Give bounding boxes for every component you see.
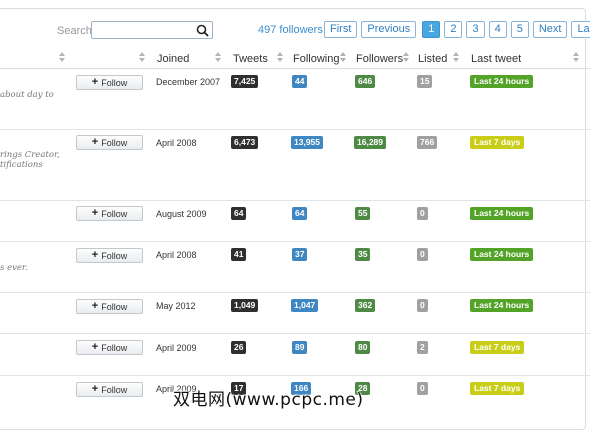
listed-badge: 15 xyxy=(417,75,433,88)
followers-badge: 16,289 xyxy=(354,136,386,149)
column-tweets[interactable]: Tweets xyxy=(233,53,268,65)
follow-button[interactable]: + Follow xyxy=(76,340,143,355)
page-3-button[interactable]: 3 xyxy=(466,21,485,38)
table-row: about day to + Follow December 2007 7,425… xyxy=(0,68,590,130)
joined-date: April 2008 xyxy=(156,138,197,148)
sort-icon[interactable] xyxy=(453,52,460,63)
following-badge: 1,047 xyxy=(291,299,319,312)
following-badge: 13,955 xyxy=(291,136,323,149)
page-previous-button[interactable]: Previous xyxy=(361,21,417,38)
sort-icon[interactable] xyxy=(403,52,410,63)
search-input[interactable] xyxy=(91,21,213,39)
sort-icon[interactable] xyxy=(139,52,146,63)
tweets-badge: 6,473 xyxy=(231,136,259,149)
table-header: Joined Tweets Following Followers Listed… xyxy=(0,48,590,69)
page-next-button[interactable]: Next xyxy=(532,21,568,38)
follow-button[interactable]: + Follow xyxy=(76,248,143,263)
tweets-badge: 41 xyxy=(231,248,247,261)
page-1-button[interactable]: 1 xyxy=(422,21,441,38)
followers-badge: 55 xyxy=(355,207,371,220)
table-row: + Follow August 2009 64 64 55 0 Last 24 h… xyxy=(0,201,590,242)
plus-icon: + xyxy=(91,76,99,88)
follow-button[interactable]: + Follow xyxy=(76,135,143,150)
tweets-badge: 26 xyxy=(231,341,247,354)
table-toolbar: Search 497 followers First Previous 1 2 … xyxy=(0,0,590,44)
listed-badge: 0 xyxy=(417,299,428,312)
sort-icon[interactable] xyxy=(573,52,580,63)
column-listed[interactable]: Listed xyxy=(418,53,447,65)
tweets-badge: 64 xyxy=(231,207,247,220)
followers-badge: 362 xyxy=(355,299,376,312)
plus-icon: + xyxy=(91,249,99,261)
page-4-button[interactable]: 4 xyxy=(488,21,507,38)
table-row: + Follow April 2009 26 89 80 2 Last 7 day… xyxy=(0,334,590,376)
follow-button[interactable]: + Follow xyxy=(76,75,143,90)
joined-date: August 2009 xyxy=(156,209,207,219)
tweets-badge: 1,049 xyxy=(231,299,259,312)
listed-badge: 0 xyxy=(417,207,428,220)
pagination: First Previous 1 2 3 4 5 Next Last xyxy=(324,21,590,38)
table-row: + Follow May 2012 1,049 1,047 362 0 Last … xyxy=(0,293,590,334)
sort-icon[interactable] xyxy=(340,52,347,63)
table-row: s ever. + Follow April 2008 41 37 35 0 La… xyxy=(0,242,590,293)
column-followers[interactable]: Followers xyxy=(356,53,403,65)
follow-button[interactable]: + Follow xyxy=(76,299,143,314)
last-tweet-badge: Last 7 days xyxy=(470,382,525,395)
sort-icon[interactable] xyxy=(59,52,66,63)
followers-badge: 646 xyxy=(355,75,376,88)
page-last-button[interactable]: Last xyxy=(571,21,590,38)
last-tweet-badge: Last 24 hours xyxy=(470,299,534,312)
last-tweet-badge: Last 24 hours xyxy=(470,248,534,261)
plus-icon: + xyxy=(91,383,99,395)
plus-icon: + xyxy=(91,207,99,219)
search-icon[interactable] xyxy=(196,24,209,37)
plus-icon: + xyxy=(91,136,99,148)
listed-badge: 0 xyxy=(417,382,428,395)
last-tweet-badge: Last 7 days xyxy=(470,341,525,354)
last-tweet-badge: Last 24 hours xyxy=(470,207,534,220)
sort-icon[interactable] xyxy=(215,52,222,63)
followers-badge: 80 xyxy=(355,341,371,354)
following-badge: 64 xyxy=(292,207,308,220)
user-bio: rings Creator, tifications xyxy=(0,150,60,170)
follow-button[interactable]: + Follow xyxy=(76,382,143,397)
page-5-button[interactable]: 5 xyxy=(510,21,529,38)
tweets-badge: 7,425 xyxy=(231,75,259,88)
table-row: rings Creator, tifications + Follow April … xyxy=(0,130,590,201)
follow-button[interactable]: + Follow xyxy=(76,206,143,221)
last-tweet-badge: Last 7 days xyxy=(470,136,525,149)
following-badge: 37 xyxy=(292,248,308,261)
watermark: 双电网(www.pcpc.me) xyxy=(173,390,364,410)
following-badge: 44 xyxy=(292,75,308,88)
search-label: Search xyxy=(57,25,92,37)
page-first-button[interactable]: First xyxy=(324,21,358,38)
user-bio: about day to xyxy=(0,90,54,100)
followers-badge: 35 xyxy=(355,248,371,261)
joined-date: December 2007 xyxy=(156,77,221,87)
followers-count: 497 followers xyxy=(258,24,323,36)
listed-badge: 766 xyxy=(417,136,438,149)
page-2-button[interactable]: 2 xyxy=(444,21,463,38)
listed-badge: 2 xyxy=(417,341,428,354)
column-last-tweet[interactable]: Last tweet xyxy=(471,53,521,65)
joined-date: May 2012 xyxy=(156,301,196,311)
joined-date: April 2008 xyxy=(156,250,197,260)
user-bio: s ever. xyxy=(0,263,28,273)
column-joined[interactable]: Joined xyxy=(157,53,189,65)
last-tweet-badge: Last 24 hours xyxy=(470,75,534,88)
listed-badge: 0 xyxy=(417,248,428,261)
following-badge: 89 xyxy=(292,341,308,354)
column-following[interactable]: Following xyxy=(293,53,339,65)
plus-icon: + xyxy=(91,341,99,353)
plus-icon: + xyxy=(91,300,99,312)
joined-date: April 2009 xyxy=(156,343,197,353)
sort-icon[interactable] xyxy=(277,52,284,63)
